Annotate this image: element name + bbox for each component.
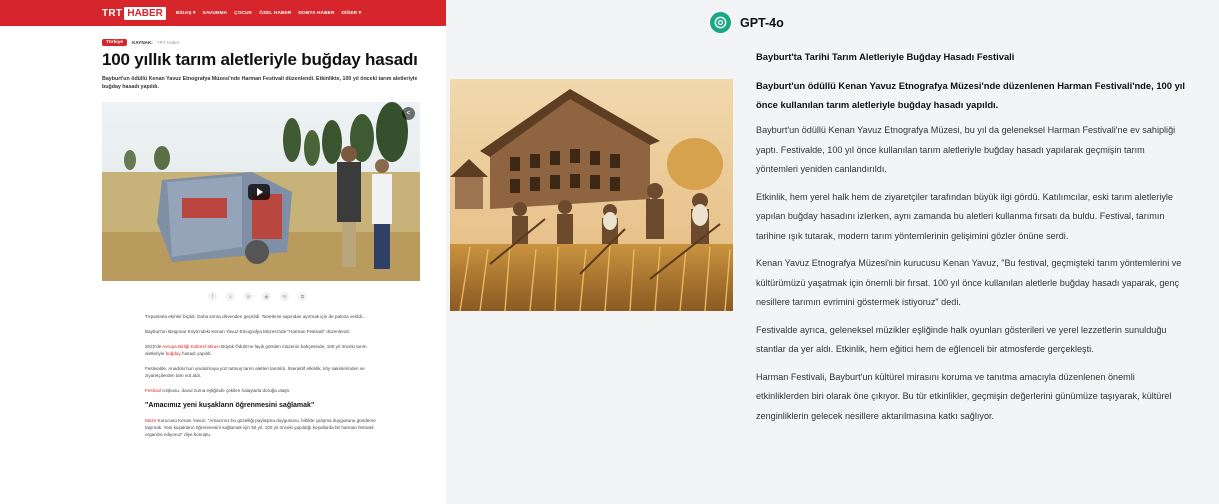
- text-span: coşkusu, davul zurna eşliğinde çekilen h…: [160, 388, 291, 393]
- x-share-icon[interactable]: x: [226, 292, 235, 301]
- trt-haber-logo[interactable]: TRT HABER: [102, 6, 166, 20]
- linkedin-share-icon[interactable]: in: [244, 292, 253, 301]
- article-body: Tırpanlarla ekinler biçildi. Daha sonra …: [145, 313, 385, 446]
- logo-trt-text: TRT: [102, 7, 123, 19]
- inline-link[interactable]: Müze: [145, 418, 156, 423]
- body-paragraph: Festival coşkusu, davul zurna eşliğinde …: [145, 387, 385, 394]
- openai-logo-icon: [710, 12, 731, 33]
- logo-haber-text: HABER: [124, 6, 166, 20]
- model-name: GPT-4o: [740, 15, 784, 30]
- body-paragraph: Bayburt'un Beşpınar Köyü'ndeki Kenan Yav…: [145, 329, 350, 334]
- generated-article: Bayburt'ta Tarihi Tarım Aletleriyle Buğd…: [756, 51, 1186, 434]
- text-span: 2022'de: [145, 344, 163, 349]
- article-headline: 100 yıllık tarım aletleriyle buğday hasa…: [102, 50, 418, 69]
- email-share-icon[interactable]: ✉: [280, 292, 289, 301]
- trt-article-panel: TRT HABER BİGAŞ ▾ SAVUNMA ÇOCUK ÖZEL HAB…: [0, 0, 446, 504]
- nav-item-dobya-haber[interactable]: DOBYA HABER: [298, 11, 334, 16]
- article-lede: Bayburt'un ödüllü Kenan Yavuz Etnografya…: [102, 76, 418, 90]
- copy-link-icon[interactable]: ⧉: [298, 292, 307, 301]
- generated-paragraph: Bayburt'un ödüllü Kenan Yavuz Etnografya…: [756, 125, 1176, 174]
- whatsapp-share-icon[interactable]: ◉: [262, 292, 271, 301]
- source-label: KAYNAK:: [132, 40, 153, 45]
- generated-paragraph: Kenan Yavuz Etnografya Müzesi'nin kurucu…: [756, 258, 1182, 307]
- article-meta: Türkiye KAYNAK: TRT Haber: [102, 39, 179, 46]
- video-player[interactable]: <: [102, 102, 420, 281]
- body-paragraph: 2022'de Avrupa Birliği Kültürel Mirası B…: [145, 343, 385, 357]
- body-paragraph: Festivalde, Anadolu'nun unutulmaya yüz t…: [145, 366, 365, 378]
- inline-link[interactable]: Avrupa Birliği Kültürel Mirası: [162, 344, 220, 349]
- video-share-icon[interactable]: <: [402, 107, 415, 120]
- play-button-icon[interactable]: [248, 184, 270, 200]
- model-header: GPT-4o: [710, 12, 784, 33]
- gpt-output-panel: GPT-4o Bayburt'ta Tarihi Tarım Aletleriy…: [446, 0, 1219, 504]
- social-share-row: f x in ◉ ✉ ⧉: [208, 292, 316, 301]
- inline-link[interactable]: buğday: [166, 351, 181, 356]
- nav-item-savunma[interactable]: SAVUNMA: [203, 11, 228, 16]
- harvest-scene-image: [450, 79, 733, 311]
- body-paragraph: Tırpanlarla ekinler biçildi. Daha sonra …: [145, 314, 366, 319]
- generated-paragraph: Harman Festivali, Bayburt'un kültürel mi…: [756, 371, 1172, 421]
- nav-item-diger[interactable]: DİĞER ▾: [342, 11, 362, 16]
- generated-paragraph: Festivalde ayrıca, geleneksel müzikler e…: [756, 324, 1167, 355]
- article-subheading: "Amacımız yeni kuşakların öğrenmesini sa…: [145, 402, 315, 409]
- generated-illustration: [450, 79, 733, 311]
- inline-link[interactable]: Festival: [145, 388, 161, 393]
- text-span: Kurucusu Kenan Yavuz, "Amacımız bu güzel…: [145, 418, 376, 437]
- generated-article-title: Bayburt'ta Tarihi Tarım Aletleriyle Buğd…: [756, 51, 1015, 62]
- facebook-share-icon[interactable]: f: [208, 292, 217, 301]
- nav-item-ozel-haber[interactable]: ÖZEL HABER: [259, 11, 291, 16]
- generated-article-lede: Bayburt'un ödüllü Kenan Yavuz Etnografya…: [756, 80, 1186, 110]
- category-badge[interactable]: Türkiye: [102, 39, 128, 46]
- nav-item-bigas[interactable]: BİGAŞ ▾: [176, 11, 196, 16]
- nav-item-cocuk[interactable]: ÇOCUK: [234, 11, 252, 16]
- text-span: hasadı yapıldı.: [180, 351, 212, 356]
- body-paragraph: Müze Kurucusu Kenan Yavuz, "Amacımız bu …: [145, 417, 385, 438]
- trt-navbar: TRT HABER BİGAŞ ▾ SAVUNMA ÇOCUK ÖZEL HAB…: [0, 0, 446, 26]
- source-name: TRT Haber: [156, 40, 180, 45]
- generated-paragraph: Etkinlik, hem yerel halk hem de ziyaretç…: [756, 191, 1173, 241]
